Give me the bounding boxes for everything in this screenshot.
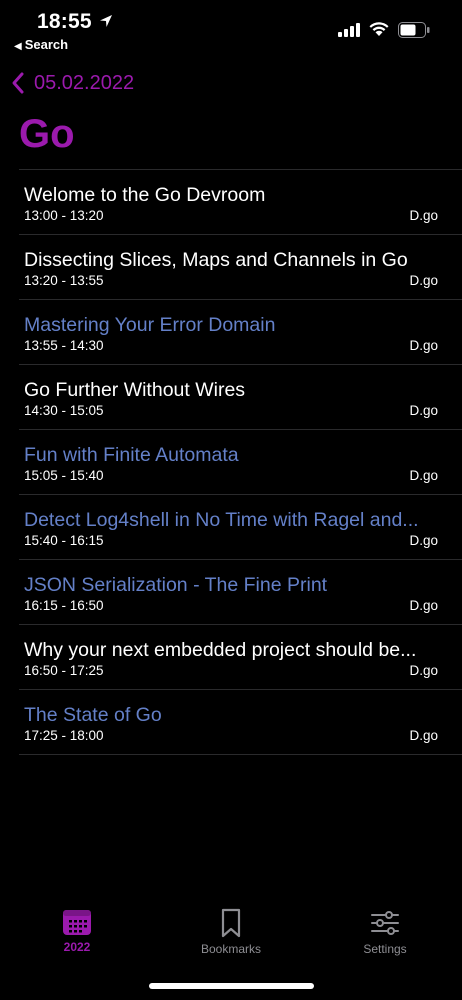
talk-time: 16:50 - 17:25 [24,663,104,678]
talk-row[interactable]: Fun with Finite Automata 15:05 - 15:40 D… [19,430,462,495]
talk-time: 15:05 - 15:40 [24,468,104,483]
talk-title: Dissecting Slices, Maps and Channels in … [24,249,408,271]
talk-title: Detect Log4shell in No Time with Ragel a… [24,509,419,531]
wifi-icon [369,22,389,36]
talk-row[interactable]: Why your next embedded project should be… [19,625,462,690]
talk-time: 15:40 - 16:15 [24,533,104,548]
talk-time: 16:15 - 16:50 [24,598,104,613]
talk-room: D.go [409,208,438,223]
status-time: 18:55 [37,10,92,33]
talk-row[interactable]: Mastering Your Error Domain 13:55 - 14:3… [19,300,462,365]
tab-settings[interactable]: Settings [330,908,440,956]
nav-back-label: 05.02.2022 [34,71,135,94]
talk-row[interactable]: Detect Log4shell in No Time with Ragel a… [19,495,462,560]
sliders-icon [371,911,399,935]
talk-title: Mastering Your Error Domain [24,314,276,336]
talk-time: 13:00 - 13:20 [24,208,104,223]
tab-bookmarks[interactable]: Bookmarks [176,908,286,956]
location-arrow-icon [100,15,112,27]
talk-room: D.go [409,468,438,483]
talk-time: 13:20 - 13:55 [24,273,104,288]
talk-room: D.go [409,663,438,678]
back-to-app-link[interactable]: ◀ Search [14,37,68,52]
status-bar: 18:55 ◀ Search [0,0,462,60]
talk-room: D.go [409,533,438,548]
talk-title: JSON Serialization - The Fine Print [24,574,328,596]
talk-room: D.go [409,598,438,613]
back-triangle-icon: ◀ [14,41,22,52]
talk-title: Why your next embedded project should be… [24,639,417,661]
talk-room: D.go [409,728,438,743]
talk-time: 14:30 - 15:05 [24,403,104,418]
talk-row[interactable]: JSON Serialization - The Fine Print 16:1… [19,560,462,625]
cellular-signal-icon [338,23,360,37]
battery-icon [398,22,430,38]
talk-time: 13:55 - 14:30 [24,338,104,353]
talk-title: Welome to the Go Devroom [24,184,266,206]
bookmark-icon [221,908,241,938]
talk-row[interactable]: Dissecting Slices, Maps and Channels in … [19,235,462,300]
chevron-left-icon [12,72,24,94]
nav-back-button[interactable]: 05.02.2022 [10,70,134,96]
app-screen: 18:55 ◀ Search 05.02.2022 Go Welome to t… [0,0,462,1000]
calendar-icon [63,910,91,935]
talk-room: D.go [409,273,438,288]
tab-2022-label: 2022 [63,940,91,954]
talk-row[interactable]: Welome to the Go Devroom 13:00 - 13:20 D… [19,170,462,235]
tab-bookmarks-label: Bookmarks [200,942,262,956]
talk-time: 17:25 - 18:00 [24,728,104,743]
talk-row[interactable]: The State of Go 17:25 - 18:00 D.go [19,690,462,755]
talk-room: D.go [409,338,438,353]
talk-room: D.go [409,403,438,418]
home-indicator[interactable] [149,983,314,989]
page-title: Go [19,112,75,156]
talk-list: Welome to the Go Devroom 13:00 - 13:20 D… [19,169,462,755]
talk-title: Fun with Finite Automata [24,444,239,466]
back-app-label: Search [24,37,69,52]
talk-title: Go Further Without Wires [24,379,246,401]
talk-title: The State of Go [24,704,162,726]
tab-settings-label: Settings [363,942,407,956]
tab-2022[interactable]: 2022 [22,908,132,954]
talk-row[interactable]: Go Further Without Wires 14:30 - 15:05 D… [19,365,462,430]
